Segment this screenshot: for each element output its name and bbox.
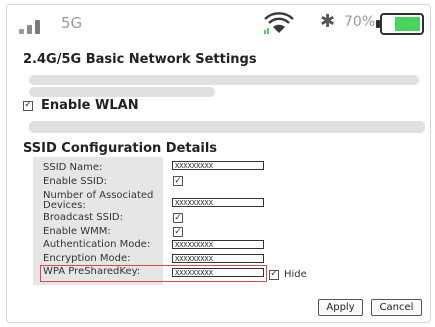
ssid-config-title: SSID Configuration Details <box>23 141 218 156</box>
apply-button[interactable]: Apply <box>318 299 363 316</box>
placeholder-bar <box>29 87 215 97</box>
battery-percent: 70% <box>344 14 376 30</box>
enable-wlan-checkbox[interactable]: ✓ <box>23 100 33 111</box>
hide-key-checkbox[interactable]: ✓ <box>269 269 279 280</box>
status-bar: 5G ✱ 70% <box>7 5 430 43</box>
enable-wmm-label: Enable WMM: <box>43 226 111 237</box>
placeholder-bar <box>29 75 419 85</box>
associated-devices-input[interactable]: XXXXXXXXX <box>172 198 264 207</box>
enable-ssid-checkbox[interactable]: ✓ <box>173 176 183 186</box>
ssid-name-input[interactable]: XXXXXXXXX <box>172 161 264 170</box>
hide-key-label: Hide <box>284 269 307 280</box>
encryption-mode-input[interactable]: XXXXXXXXX <box>172 254 264 263</box>
wpa-psk-input[interactable]: XXXXXXXXX <box>172 268 264 277</box>
enable-ssid-label: Enable SSID: <box>43 176 107 187</box>
broadcast-ssid-label: Broadcast SSID: <box>43 212 123 223</box>
bluetooth-icon: ✱ <box>320 11 336 32</box>
basic-settings-title: 2.4G/5G Basic Network Settings <box>23 52 257 67</box>
associated-devices-label: Number of Associated Devices: <box>43 190 154 211</box>
hide-key-row[interactable]: ✓ Hide <box>269 269 307 280</box>
network-type-label: 5G <box>61 14 83 32</box>
enable-wmm-checkbox[interactable]: ✓ <box>173 227 183 237</box>
placeholder-bar <box>29 121 425 133</box>
enable-wlan-label: Enable WLAN <box>41 98 139 113</box>
enable-wlan-row[interactable]: ✓ Enable WLAN <box>23 98 139 113</box>
settings-window: 5G ✱ 70% 2.4G/5G Basic Network Settings … <box>6 4 431 323</box>
broadcast-ssid-checkbox[interactable]: ✓ <box>173 213 183 223</box>
signal-bars-icon <box>19 18 49 34</box>
battery-icon <box>376 13 424 35</box>
wpa-psk-label: WPA PreSharedKey: <box>43 266 141 277</box>
cancel-button[interactable]: Cancel <box>371 299 422 316</box>
encryption-mode-label: Encryption Mode: <box>43 253 131 264</box>
ssid-name-label: SSID Name: <box>43 162 103 173</box>
authentication-mode-label: Authentication Mode: <box>43 239 151 250</box>
authentication-mode-input[interactable]: XXXXXXXXX <box>172 240 264 249</box>
wifi-icon <box>264 12 294 34</box>
